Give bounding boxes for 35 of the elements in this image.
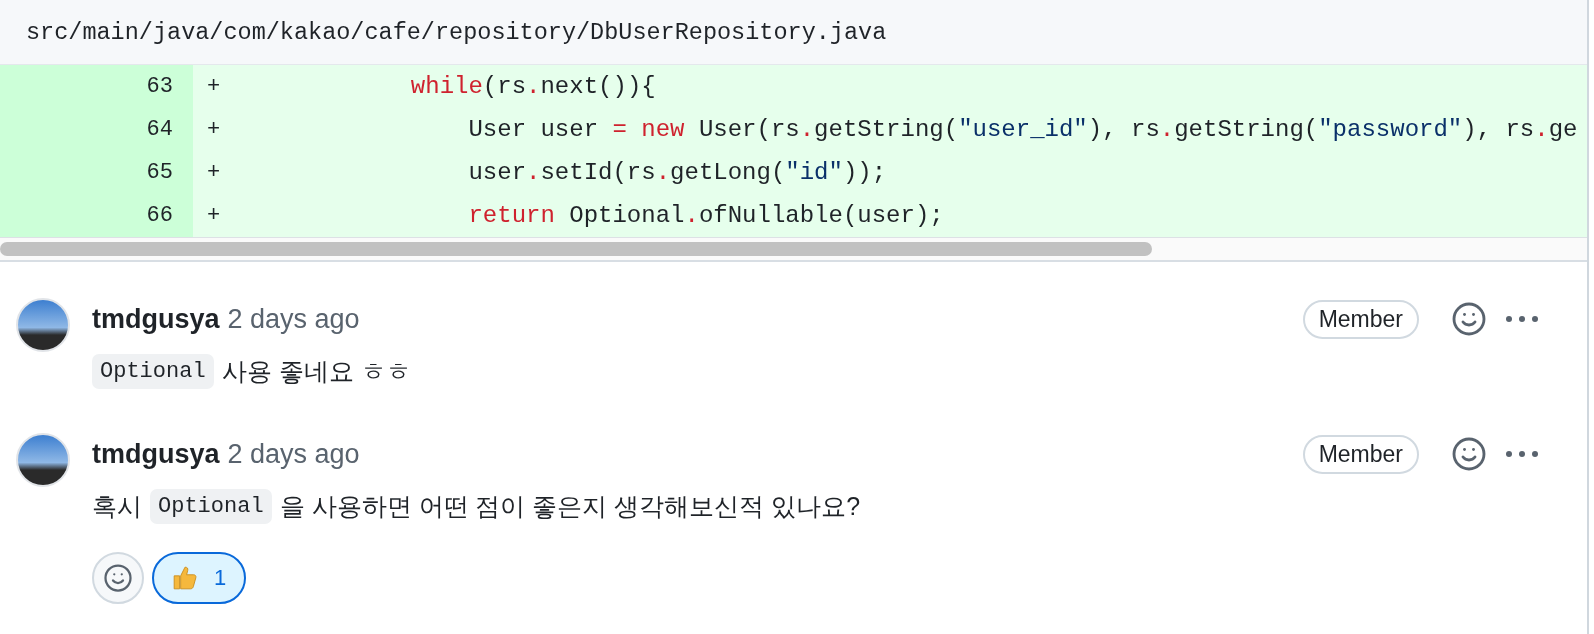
add-reaction-button[interactable] bbox=[92, 552, 144, 604]
smiley-icon[interactable] bbox=[1451, 301, 1487, 337]
scrollbar-thumb[interactable] bbox=[0, 242, 1152, 256]
comment-author[interactable]: tmdgusya bbox=[92, 303, 220, 335]
comment-time[interactable]: 2 days ago bbox=[227, 438, 1295, 470]
more-icon[interactable] bbox=[1505, 315, 1539, 323]
diff-sign: + bbox=[206, 116, 222, 144]
comment-time[interactable]: 2 days ago bbox=[227, 303, 1295, 335]
smiley-icon[interactable] bbox=[1451, 436, 1487, 472]
comment-author[interactable]: tmdgusya bbox=[92, 438, 220, 470]
line-number: 63 bbox=[0, 65, 193, 108]
line-number: 65 bbox=[0, 151, 193, 194]
reaction-button[interactable]: 1 bbox=[152, 552, 247, 604]
inline-code: Optional bbox=[92, 354, 214, 389]
diff-sign: + bbox=[206, 159, 222, 187]
comment-text: 혹시 bbox=[92, 491, 142, 522]
code-line: User user = new User(rs.getString("user_id"), rs.getString("password"), rs.ge bbox=[467, 115, 1578, 145]
more-icon[interactable] bbox=[1505, 450, 1539, 458]
thumbs-up-icon bbox=[172, 565, 198, 591]
code-line: return Optional.ofNullable(user); bbox=[467, 201, 944, 231]
code-line: while(rs.next()){ bbox=[409, 72, 656, 102]
diff-sign: + bbox=[206, 73, 222, 101]
diff-sign: + bbox=[206, 202, 222, 230]
comment-text: 사용 좋네요 ㅎㅎ bbox=[221, 356, 411, 387]
avatar bbox=[16, 433, 70, 487]
line-number: 66 bbox=[0, 194, 193, 237]
inline-code: Optional bbox=[150, 489, 272, 524]
code-line: user.setId(rs.getLong("id")); bbox=[467, 158, 887, 188]
comment-text: 을 사용하면 어떤 점이 좋은지 생각해보신적 있나요? bbox=[279, 491, 861, 522]
role-label: Member bbox=[1302, 434, 1419, 474]
file-path: src/main/java/com/kakao/cafe/repository/DbUserRepository.java bbox=[26, 18, 887, 46]
smiley-icon bbox=[103, 563, 133, 593]
line-number: 64 bbox=[0, 108, 193, 151]
role-label: Member bbox=[1302, 299, 1419, 339]
avatar bbox=[16, 298, 70, 352]
